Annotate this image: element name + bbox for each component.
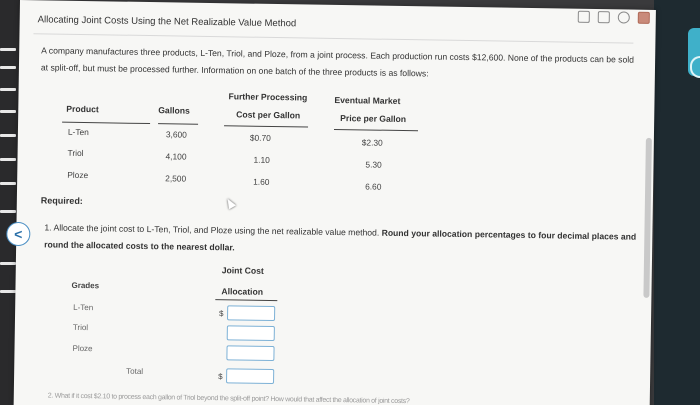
sidebar-tick <box>0 48 16 51</box>
allocation-input-total[interactable] <box>226 368 275 385</box>
sidebar-tick <box>0 66 16 69</box>
allocation-input-ploze[interactable] <box>226 345 275 362</box>
currency-symbol-total: $ <box>218 372 223 382</box>
fp-cost-ploze: 1.60 <box>253 176 270 187</box>
sidebar-tick <box>0 262 16 265</box>
joint-cost-header-line2: Allocation <box>221 286 264 297</box>
highlight-icon[interactable] <box>637 11 650 24</box>
question-page: Allocating Joint Costs Using the Net Rea… <box>6 0 656 405</box>
col-header-product: Product <box>66 103 99 115</box>
allocation-underline <box>215 299 278 302</box>
currency-symbol: $ <box>219 309 224 319</box>
allocation-input-lten[interactable] <box>226 305 276 322</box>
gallons-ploze: 2,500 <box>165 173 187 184</box>
row-label-lten: L-Ten <box>67 126 89 138</box>
document-icon[interactable] <box>577 10 590 23</box>
alloc-row-lten: L-Ten <box>73 302 94 313</box>
row-label-triol: Triol <box>67 147 84 159</box>
grades-label: Grades <box>71 280 100 291</box>
previous-button[interactable]: < <box>6 221 31 247</box>
sidebar-tick <box>0 88 16 91</box>
page-title: Allocating Joint Costs Using the Net Rea… <box>37 14 297 30</box>
question-1-text: 1. Allocate the joint cost to L-Ten, Tri… <box>44 222 382 238</box>
price-lten: $2.30 <box>361 137 383 148</box>
gallons-lten: 3,600 <box>165 129 187 140</box>
toolbar-icons <box>577 10 650 24</box>
allocation-input-triol[interactable] <box>226 325 275 342</box>
fp-cost-lten: $0.70 <box>249 132 271 143</box>
title-divider <box>33 33 634 44</box>
problem-intro: A company manufactures three products, L… <box>40 45 635 79</box>
question-1: 1. Allocate the joint cost to L-Ten, Tri… <box>44 219 644 262</box>
sidebar-tick <box>0 158 16 161</box>
sidebar-tick <box>0 134 16 137</box>
scrollbar[interactable] <box>643 137 652 298</box>
col-header-em-line2: Price per Gallon <box>340 113 407 125</box>
header-underline <box>158 123 199 125</box>
joint-cost-header-line1: Joint Cost <box>221 265 264 276</box>
right-sidebar <box>654 0 700 405</box>
col-header-fp-line2: Cost per Gallon <box>236 109 301 121</box>
header-underline <box>224 125 309 128</box>
sidebar-tick <box>0 110 16 113</box>
row-label-ploze: Ploze <box>67 169 89 181</box>
refresh-icon[interactable] <box>617 11 630 24</box>
alloc-row-ploze: Ploze <box>72 343 93 354</box>
price-triol: 5.30 <box>365 159 382 170</box>
alloc-row-triol: Triol <box>72 322 89 333</box>
next-question-partial: 2. What if it cost $2.10 to process each… <box>47 392 410 405</box>
price-ploze: 6.60 <box>365 181 382 192</box>
col-header-fp-line1: Further Processing <box>228 91 308 103</box>
alloc-row-total: Total <box>126 366 144 376</box>
col-header-em-line1: Eventual Market <box>334 94 401 106</box>
fp-cost-triol: 1.10 <box>253 154 270 165</box>
sidebar-tick <box>0 210 16 213</box>
print-icon[interactable] <box>597 11 610 24</box>
required-label: Required: <box>40 195 83 207</box>
sidebar-tick <box>0 182 16 185</box>
header-underline <box>62 121 151 125</box>
col-header-gallons: Gallons <box>158 105 190 116</box>
gallons-triol: 4,100 <box>165 151 187 162</box>
sidebar-tick <box>0 290 16 293</box>
header-underline <box>333 128 419 132</box>
